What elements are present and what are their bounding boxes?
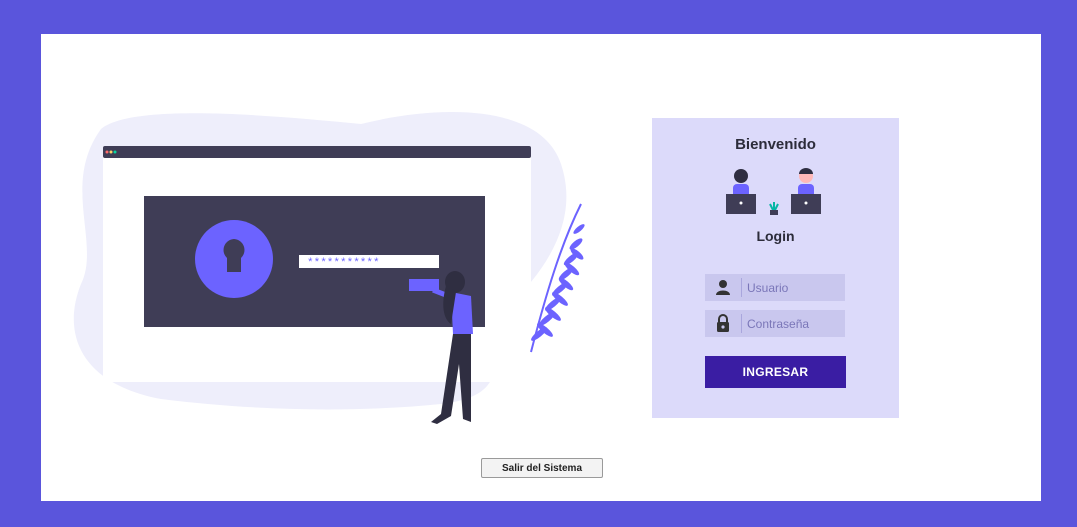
user-icon [716, 280, 730, 295]
security-illustration: *********** [73, 112, 585, 424]
lock-icon [717, 314, 729, 332]
browser-titlebar [103, 146, 531, 158]
password-mask: *********** [307, 258, 380, 270]
browser-dot-yellow [109, 150, 113, 154]
username-field[interactable] [705, 274, 845, 301]
password-field[interactable] [705, 310, 845, 337]
exit-system-button[interactable]: Salir del Sistema [481, 458, 603, 478]
team-illustration [726, 168, 821, 215]
login-button[interactable]: INGRESAR [705, 356, 846, 388]
main-window: *********** Bienvenido Login Usuario ING… [41, 34, 1041, 501]
field-separator [741, 314, 742, 333]
username-input[interactable] [747, 277, 839, 298]
field-separator [741, 278, 742, 297]
browser-dot-red [105, 150, 109, 154]
browser-dot-green [113, 150, 117, 154]
password-input[interactable] [747, 313, 839, 334]
welcome-heading: Bienvenido [735, 136, 816, 153]
login-title: Login [756, 228, 795, 244]
login-panel: Bienvenido Login Usuario INGRESAR [652, 118, 899, 418]
